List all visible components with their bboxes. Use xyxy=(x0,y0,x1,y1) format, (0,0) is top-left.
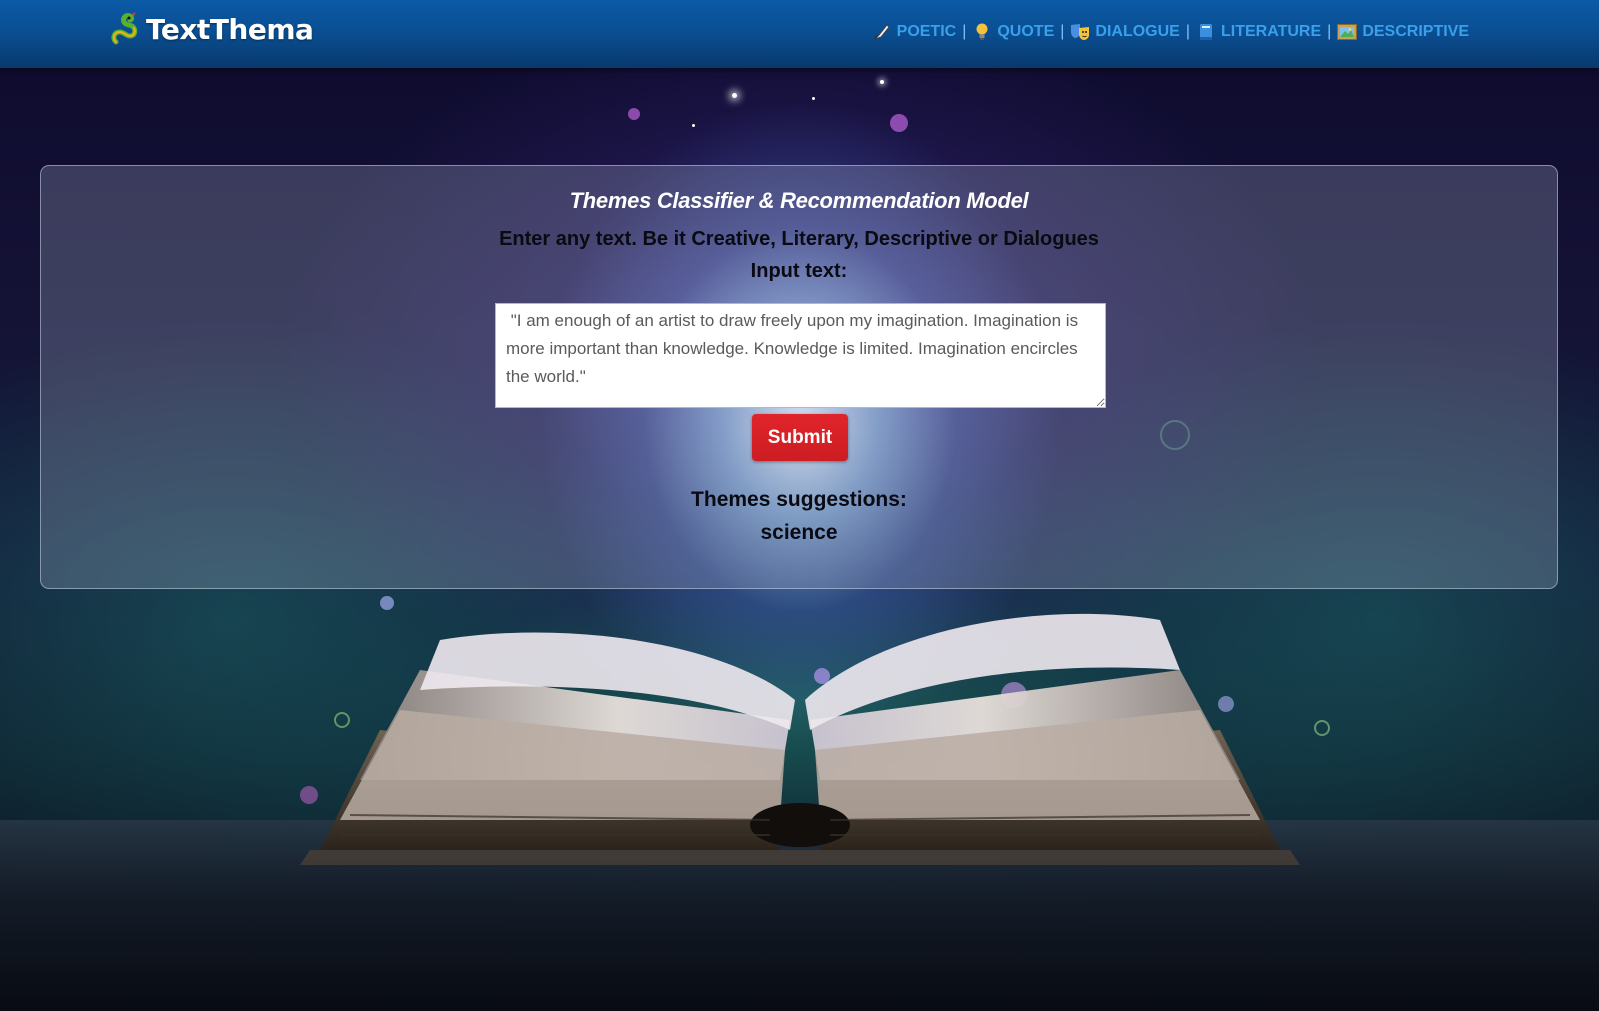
sparkle xyxy=(692,124,695,127)
nav-separator: | xyxy=(1327,23,1332,40)
sparkle xyxy=(628,108,640,120)
quill-pen-icon xyxy=(872,22,892,42)
nav-item-label: LITERATURE xyxy=(1221,23,1322,40)
nav-item-poetic[interactable]: POETIC xyxy=(872,22,957,42)
open-book-illustration xyxy=(300,613,1300,865)
page-title: Themes Classifier & Recommendation Model xyxy=(569,188,1029,213)
nav-separator: | xyxy=(1185,23,1191,40)
nav-item-label: DESCRIPTIVE xyxy=(1362,23,1469,40)
nav-separator: | xyxy=(1060,23,1065,40)
nav-item-literature[interactable]: LITERATURE xyxy=(1196,22,1321,42)
nav-separator: | xyxy=(962,23,967,40)
top-navbar: TextThema POETIC | QUOTE | DIALOGUE | LI… xyxy=(0,0,1599,68)
sparkle xyxy=(880,80,884,84)
dragon-logo-icon xyxy=(111,12,138,45)
sparkle xyxy=(812,97,815,100)
nav-item-descriptive[interactable]: DESCRIPTIVE xyxy=(1337,22,1469,42)
brand[interactable]: TextThema xyxy=(110,12,314,46)
themes-suggestions-label: Themes suggestions: xyxy=(691,488,907,511)
lightbulb-icon xyxy=(972,22,992,42)
input-text-label: Input text: xyxy=(750,260,848,282)
input-text-area[interactable]: "I am enough of an artist to draw freely… xyxy=(495,303,1106,408)
book-icon xyxy=(1196,22,1216,42)
themes-result: science xyxy=(760,521,838,544)
main-nav: POETIC | QUOTE | DIALOGUE | LITERATURE | xyxy=(872,22,1469,42)
nav-item-quote[interactable]: QUOTE xyxy=(972,22,1054,42)
sparkle xyxy=(890,114,908,132)
nav-item-label: DIALOGUE xyxy=(1095,23,1180,40)
framed-picture-icon xyxy=(1337,22,1358,42)
instructions-text: Enter any text. Be it Creative, Literary… xyxy=(499,228,1099,250)
brand-name: TextThema xyxy=(146,12,314,46)
nav-item-label: QUOTE xyxy=(997,23,1055,40)
sparkle xyxy=(732,93,737,98)
classifier-panel: Themes Classifier & Recommendation Model… xyxy=(40,165,1558,589)
nav-item-dialogue[interactable]: DIALOGUE xyxy=(1070,22,1180,42)
sparkle xyxy=(1314,720,1330,736)
nav-item-label: POETIC xyxy=(896,23,957,40)
theater-masks-icon xyxy=(1070,22,1090,42)
submit-button[interactable]: Submit xyxy=(752,414,848,461)
